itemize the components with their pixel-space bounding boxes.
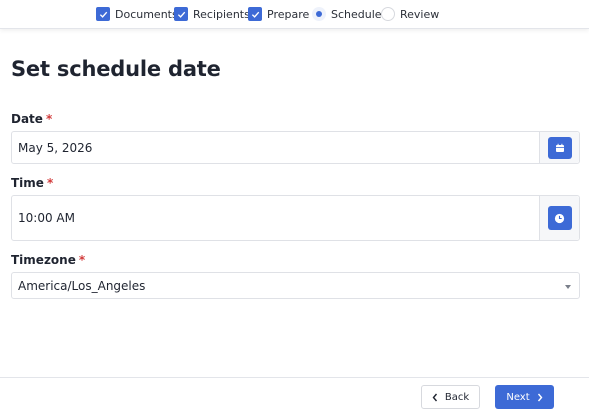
footer-bar: Back Next: [0, 377, 589, 412]
step-documents[interactable]: Documents: [96, 5, 178, 23]
clock-icon: [554, 213, 565, 224]
step-review[interactable]: Review: [381, 5, 439, 23]
back-button[interactable]: Back: [421, 385, 480, 409]
chevron-left-icon: [432, 393, 445, 402]
timezone-select[interactable]: America/Los_Angeles: [11, 272, 580, 299]
step-label: Review: [400, 7, 440, 21]
step-label: Prepare: [267, 7, 310, 21]
step-label: Documents: [115, 7, 178, 21]
time-label-text: Time: [11, 176, 44, 190]
date-picker-button[interactable]: [547, 136, 572, 159]
chevron-down-icon: [565, 285, 571, 289]
step-label: Recipients: [193, 7, 250, 21]
required-mark: *: [78, 253, 86, 267]
time-field[interactable]: 10:00 AM: [11, 195, 580, 241]
timezone-label-text: Timezone: [11, 253, 76, 267]
next-button[interactable]: Next: [495, 385, 554, 409]
timezone-label: Timezone *: [11, 253, 85, 267]
step-prepare[interactable]: Prepare: [248, 5, 309, 23]
calendar-icon: [555, 143, 565, 153]
date-label: Date *: [11, 112, 52, 126]
time-picker-button[interactable]: [547, 206, 572, 230]
timezone-value: America/Los_Angeles: [18, 279, 146, 293]
required-mark: *: [46, 176, 54, 190]
time-label: Time *: [11, 176, 53, 190]
step-schedule[interactable]: Schedule: [312, 5, 382, 23]
checkmark-icon: [248, 7, 262, 21]
chevron-right-icon: [530, 393, 543, 402]
page-title: Set schedule date: [11, 57, 221, 81]
next-label: Next: [506, 391, 530, 403]
time-picker-addon: [539, 196, 579, 240]
back-label: Back: [444, 391, 470, 403]
date-picker-addon: [539, 132, 579, 163]
progress-stepper: Documents Recipients Prepare Schedule Re…: [0, 0, 589, 29]
date-field[interactable]: May 5, 2026: [11, 131, 580, 164]
step-recipients[interactable]: Recipients: [174, 5, 250, 23]
time-value: 10:00 AM: [18, 211, 75, 225]
step-label: Schedule: [331, 7, 382, 21]
checkmark-icon: [174, 7, 188, 21]
active-step-icon: [312, 7, 326, 21]
required-mark: *: [45, 112, 53, 126]
date-label-text: Date: [11, 112, 43, 126]
date-value: May 5, 2026: [18, 141, 93, 155]
pending-step-icon: [381, 7, 395, 21]
checkmark-icon: [96, 7, 110, 21]
